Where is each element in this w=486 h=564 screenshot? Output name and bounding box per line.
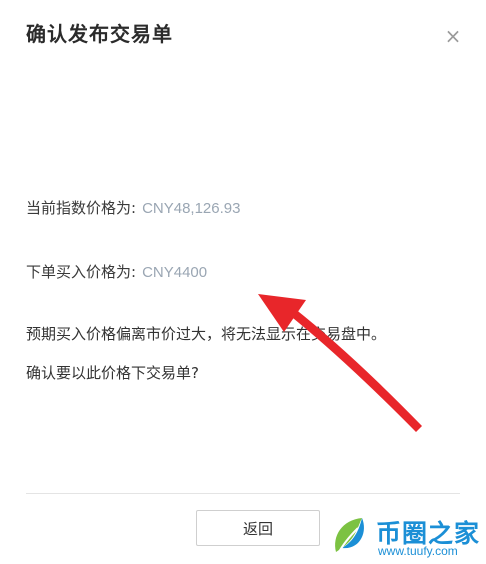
order-price-label: 下单买入价格为: bbox=[26, 263, 137, 281]
close-icon[interactable]: × bbox=[440, 24, 466, 50]
index-price-row: 当前指数价格为: CNY48,126.93 bbox=[26, 197, 240, 218]
watermark: 币圈之家 www.tuufy.com bbox=[314, 506, 486, 564]
confirm-order-dialog: 确认发布交易单 × 当前指数价格为: CNY48,126.93 下单买入价格为: C… bbox=[0, 0, 486, 564]
back-button[interactable]: 返回 bbox=[196, 510, 320, 546]
order-price-row: 下单买入价格为: CNY4400 bbox=[26, 261, 207, 282]
leaf-logo-icon bbox=[335, 518, 364, 555]
dialog-title: 确认发布交易单 bbox=[26, 22, 173, 46]
warning-text: 预期买入价格偏离市价过大，将无法显示在交易盘中。 bbox=[26, 325, 387, 343]
watermark-url: www.tuufy.com bbox=[378, 544, 458, 558]
footer-divider bbox=[26, 493, 460, 494]
index-price-label: 当前指数价格为: bbox=[26, 199, 137, 217]
order-price-value: CNY4400 bbox=[142, 264, 208, 281]
confirm-question: 确认要以此价格下交易单? bbox=[26, 364, 199, 382]
index-price-value: CNY48,126.93 bbox=[142, 200, 241, 217]
dialog-header: 确认发布交易单 × bbox=[0, 0, 486, 70]
